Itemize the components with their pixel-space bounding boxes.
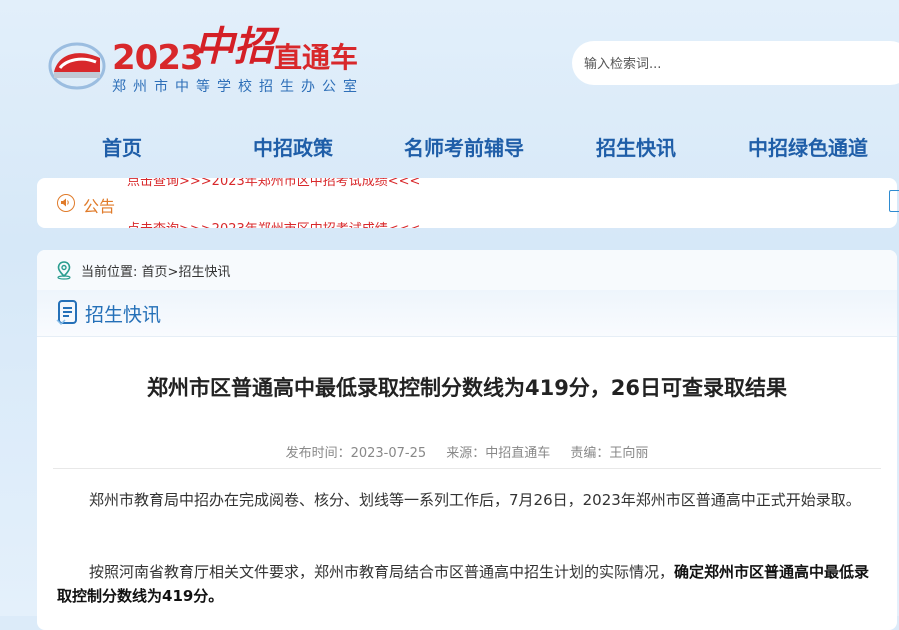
breadcrumb-prefix: 当前位置: <box>81 265 138 280</box>
main-nav: 首页 中招政策 名师考前辅导 招生快讯 中招绿色通道 <box>0 128 899 164</box>
article-meta: 发布时间：2023-07-25 来源：中招直通车 责编：王向丽 <box>37 442 897 461</box>
divider <box>53 468 881 469</box>
logo-zhitongche: 直通车 <box>274 41 359 74</box>
logo-zhongzhao: 中招 <box>194 23 274 70</box>
breadcrumb-text: 当前位置: 首页>招生快讯 <box>81 261 230 280</box>
breadcrumb-home-link[interactable]: 首页 <box>142 265 168 280</box>
logo-subtitle: 郑州市中等学校招生办公室 <box>112 79 364 95</box>
section-title: 招生快讯 <box>85 304 162 326</box>
nav-item-green-channel[interactable]: 中招绿色通道 <box>748 132 868 161</box>
paragraph-text: 按照河南省教育厅相关文件要求，郑州市教育局结合市区普通高中招生计划的实际情况， <box>89 563 675 581</box>
train-logo-icon <box>48 42 106 90</box>
notice-label: 公告 <box>83 197 116 216</box>
speaker-icon <box>57 194 75 212</box>
site-logo[interactable]: 2023 中招 直通车 郑州市中等学校招生办公室 <box>48 10 378 100</box>
section-header: 招生快讯 <box>37 290 897 337</box>
notice-scroll-link[interactable]: 点击查询>>>2023年郑州市区中招考试成绩<<< <box>127 178 420 189</box>
breadcrumb-separator: > <box>167 265 179 280</box>
nav-item-policy[interactable]: 中招政策 <box>253 132 333 161</box>
search-box[interactable] <box>572 41 899 85</box>
breadcrumb: 当前位置: 首页>招生快讯 <box>37 250 897 290</box>
article-paragraph: 按照河南省教育厅相关文件要求，郑州市教育局结合市区普通高中招生计划的实际情况，确… <box>57 560 877 608</box>
article-source: 来源：中招直通车 <box>446 446 551 461</box>
logo-year: 2023 <box>112 38 204 78</box>
location-icon <box>57 261 71 280</box>
document-list-icon <box>56 300 77 326</box>
article-editor: 责编：王向丽 <box>570 446 649 461</box>
breadcrumb-current-link[interactable]: 招生快讯 <box>178 265 230 280</box>
article-paragraph: 郑州市教育局中招办在完成阅卷、核分、划线等一系列工作后，7月26日，2023年郑… <box>89 491 861 509</box>
nav-item-news[interactable]: 招生快讯 <box>596 132 676 161</box>
nav-item-tutoring[interactable]: 名师考前辅导 <box>404 132 524 161</box>
notice-scroll-link[interactable]: 点击查询>>>2023年郑州市区中招考试成绩<<< <box>127 218 420 228</box>
article-title: 郑州市区普通高中最低录取控制分数线为419分，26日可查录取结果 <box>146 376 788 400</box>
nav-item-home[interactable]: 首页 <box>102 132 142 161</box>
article-card: 当前位置: 首页>招生快讯 招生快讯 郑州市区普通高中最低录取控制分数线为419… <box>37 250 897 630</box>
side-panel-icon[interactable] <box>889 190 899 212</box>
search-input[interactable] <box>582 53 886 75</box>
publish-time: 发布时间：2023-07-25 <box>285 446 427 461</box>
notice-bar: 公告 点击查询>>>2023年郑州市区中招考试成绩<<< 点击查询>>>2023… <box>37 178 897 228</box>
